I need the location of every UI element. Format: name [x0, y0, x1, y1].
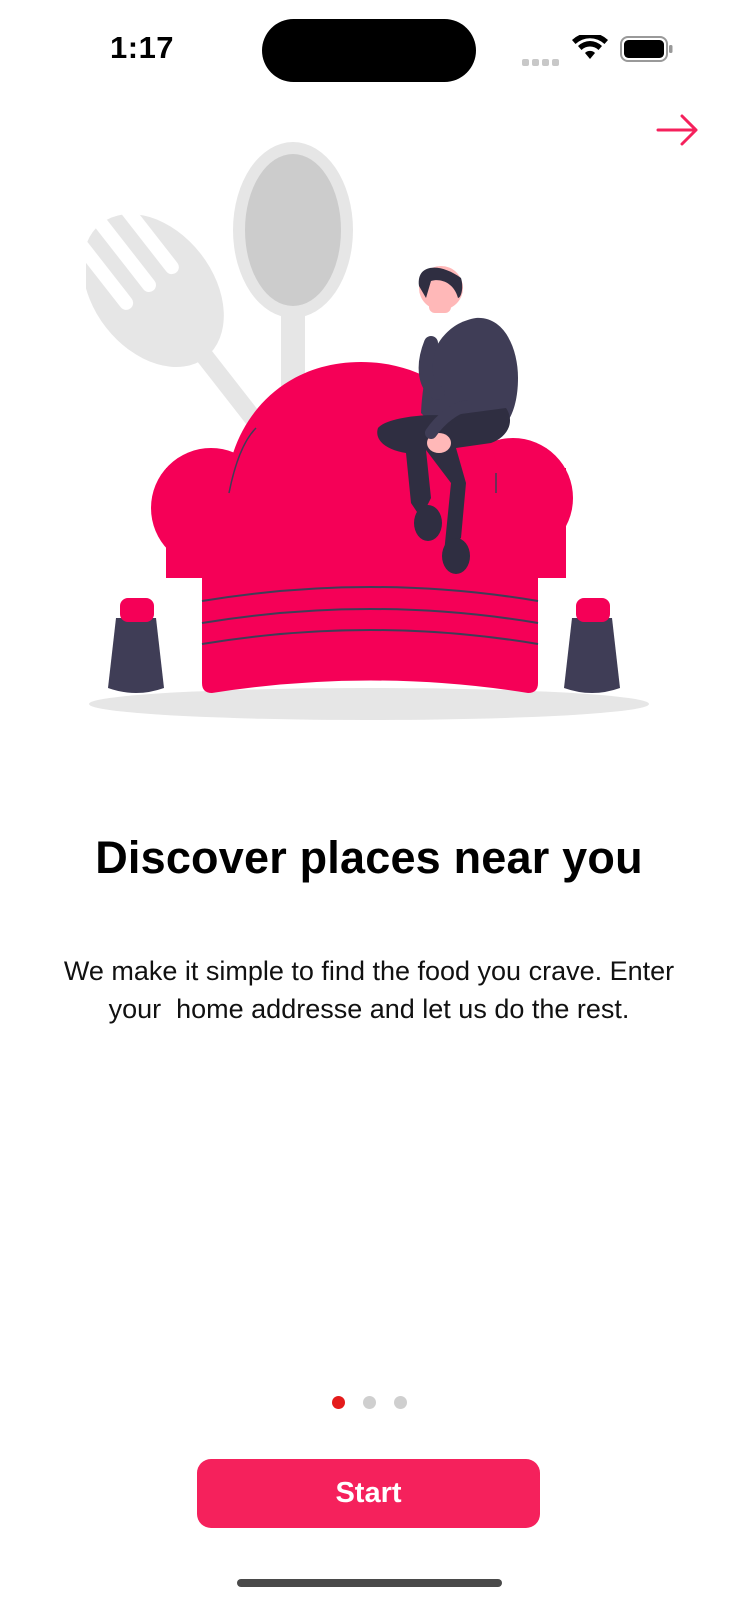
home-indicator[interactable] [237, 1579, 502, 1587]
page-description: We make it simple to find the food you c… [63, 956, 675, 1024]
page-dot-3[interactable] [393, 1396, 407, 1409]
battery-icon [620, 36, 673, 62]
dynamic-island [262, 19, 476, 82]
cellular-signal-icon [522, 53, 564, 66]
status-time: 1:17 [110, 30, 175, 65]
page-dot-2[interactable] [362, 1396, 376, 1409]
arrow-right-icon [656, 114, 698, 146]
status-bar: 1:17 [0, 0, 738, 100]
page-title: Discover places near you [95, 832, 643, 883]
page-indicator[interactable] [0, 1396, 738, 1409]
chef-hat-illustration [86, 142, 649, 720]
wifi-icon [572, 35, 608, 59]
start-button[interactable]: Start [197, 1459, 540, 1528]
skip-button[interactable] [653, 110, 703, 150]
page-dot-1[interactable] [331, 1396, 345, 1409]
